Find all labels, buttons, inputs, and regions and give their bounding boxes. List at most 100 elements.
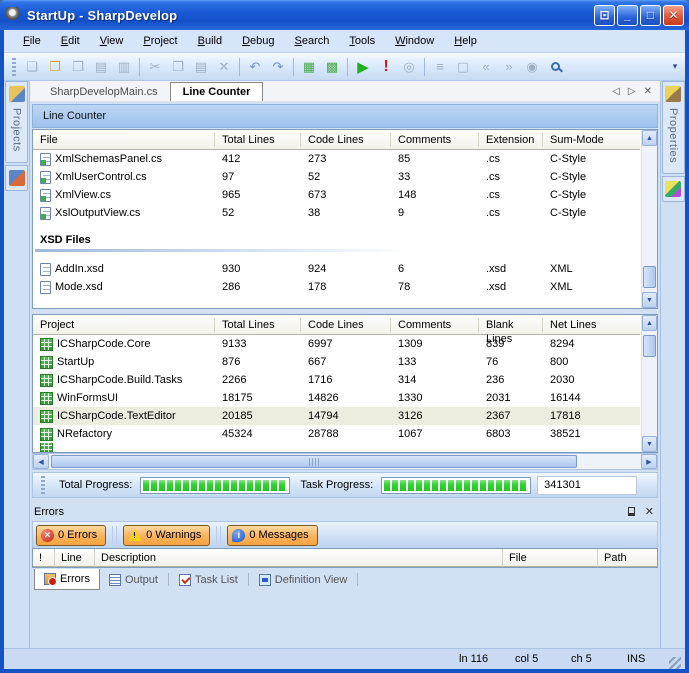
table-row[interactable]: XmlView.cs 965673 148.cs C-Style: [33, 186, 640, 204]
tab-sharpdevelopmain[interactable]: SharpDevelopMain.cs: [38, 83, 170, 101]
panel-close-icon[interactable]: ✕: [645, 505, 654, 518]
col-extension[interactable]: Extension: [479, 133, 543, 147]
paste-icon[interactable]: ▤: [190, 56, 212, 78]
open-folder-icon[interactable]: ❒: [44, 56, 66, 78]
profiler-icon[interactable]: ◎: [398, 56, 420, 78]
abort-icon[interactable]: !: [375, 56, 397, 78]
table-row[interactable]: NRefactory 4532428788 10676803 38521: [33, 425, 640, 443]
menu-window[interactable]: Window: [386, 32, 443, 50]
table-row-selected[interactable]: ICSharpCode.TextEditor 2018514794 312623…: [33, 407, 640, 425]
menu-project[interactable]: Project: [134, 32, 186, 50]
col-description[interactable]: Description: [95, 549, 503, 567]
menu-build[interactable]: Build: [189, 32, 231, 50]
tab-close-icon[interactable]: ✕: [644, 86, 652, 97]
col-total-lines[interactable]: Total Lines: [215, 133, 301, 147]
tab-errors[interactable]: Errors: [34, 569, 100, 590]
col-error-file[interactable]: File: [503, 549, 598, 567]
col-severity[interactable]: !: [33, 549, 55, 567]
file-table-scrollbar[interactable]: ▲ ▼: [641, 130, 657, 308]
col-path[interactable]: Path: [598, 549, 657, 567]
rebuild-icon[interactable]: ▩: [321, 56, 343, 78]
undo-icon[interactable]: ↶: [244, 56, 266, 78]
prev-bookmark-icon[interactable]: «: [475, 56, 497, 78]
sidebar-tab-classes[interactable]: [5, 165, 28, 191]
delete-icon[interactable]: ✕: [213, 56, 235, 78]
scrollbar-thumb[interactable]: [643, 335, 656, 357]
toolbar-overflow-icon[interactable]: ▾: [669, 61, 681, 72]
save-all-icon[interactable]: ▥: [113, 56, 135, 78]
scroll-down-icon[interactable]: ▼: [642, 436, 657, 452]
col-code-lines[interactable]: Code Lines: [301, 133, 391, 147]
col-comments[interactable]: Comments: [391, 318, 479, 332]
web-browser-icon[interactable]: ◉: [521, 56, 543, 78]
toolbar-grip[interactable]: [12, 58, 16, 76]
table-row[interactable]: ICSharpCode.Core 91336997 1309839 8294: [33, 335, 640, 353]
find-icon[interactable]: [544, 56, 566, 78]
table-row[interactable]: WinFormsUI 1817514826 13302031 16144: [33, 389, 640, 407]
table-row-partial[interactable]: [33, 443, 640, 452]
table-row[interactable]: Mode.xsd 286178 78.xsd XML: [33, 278, 640, 296]
run-icon[interactable]: ▶: [352, 56, 374, 78]
sidebar-tab-tools[interactable]: [662, 176, 685, 202]
menu-file[interactable]: File: [14, 32, 50, 50]
scroll-up-icon[interactable]: ▲: [642, 315, 657, 331]
copy-icon[interactable]: ❐: [167, 56, 189, 78]
table-row[interactable]: XmlSchemasPanel.cs 412273 85.cs C-Style: [33, 150, 640, 168]
messages-filter-button[interactable]: i 0 Messages: [227, 525, 317, 546]
table-row[interactable]: XmlUserControl.cs 9752 33.cs C-Style: [33, 168, 640, 186]
tab-scroll-right-icon[interactable]: ▷: [628, 86, 636, 97]
table-row[interactable]: StartUp 876667 13376 800: [33, 353, 640, 371]
horizontal-scrollbar[interactable]: ◀ ▶: [32, 453, 658, 470]
menu-search[interactable]: Search: [286, 32, 339, 50]
table-row[interactable]: XslOutputView.cs 5238 9.cs C-Style: [33, 204, 640, 222]
col-total-lines[interactable]: Total Lines: [215, 318, 301, 332]
col-code-lines[interactable]: Code Lines: [301, 318, 391, 332]
project-table-scrollbar[interactable]: ▲ ▼: [641, 315, 657, 452]
col-comments[interactable]: Comments: [391, 133, 479, 147]
pin-icon[interactable]: [628, 507, 635, 516]
menu-view[interactable]: View: [91, 32, 133, 50]
tab-task-list[interactable]: Task List: [170, 569, 247, 590]
menu-debug[interactable]: Debug: [233, 32, 283, 50]
col-net-lines[interactable]: Net Lines: [543, 318, 640, 332]
tab-output[interactable]: Output: [100, 569, 167, 590]
redo-icon[interactable]: ↷: [267, 56, 289, 78]
menu-edit[interactable]: Edit: [52, 32, 89, 50]
comment-region-icon[interactable]: ≡: [429, 56, 451, 78]
col-file[interactable]: File: [33, 133, 215, 147]
table-row[interactable]: ICSharpCode.Build.Tasks 22661716 314236 …: [33, 371, 640, 389]
cut-icon[interactable]: ✂: [144, 56, 166, 78]
sidebar-tab-properties[interactable]: Properties: [662, 81, 685, 174]
scroll-down-icon[interactable]: ▼: [642, 292, 657, 308]
tab-definition-view[interactable]: Definition View: [250, 569, 357, 590]
scroll-up-icon[interactable]: ▲: [642, 130, 657, 146]
col-line[interactable]: Line: [55, 549, 95, 567]
menu-tools[interactable]: Tools: [340, 32, 384, 50]
resize-grip[interactable]: [669, 657, 681, 669]
close-button[interactable]: ✕: [663, 5, 684, 26]
save-as-icon[interactable]: ❐: [67, 56, 89, 78]
undock-button[interactable]: ⊡: [594, 5, 615, 26]
maximize-button[interactable]: □: [640, 5, 661, 26]
warnings-filter-button[interactable]: ! 0 Warnings: [123, 525, 210, 546]
scroll-left-icon[interactable]: ◀: [33, 454, 49, 469]
scrollbar-thumb[interactable]: [643, 266, 656, 288]
sidebar-tab-projects[interactable]: Projects: [5, 81, 28, 163]
tab-line-counter[interactable]: Line Counter: [170, 82, 264, 101]
col-blank-lines[interactable]: Blank Lines: [479, 318, 543, 332]
scroll-right-icon[interactable]: ▶: [641, 454, 657, 469]
col-project[interactable]: Project: [33, 318, 215, 332]
table-row[interactable]: AddIn.xsd 930924 6.xsd XML: [33, 260, 640, 278]
breakpoint-icon[interactable]: ▢: [452, 56, 474, 78]
new-file-icon[interactable]: ❏: [21, 56, 43, 78]
save-icon[interactable]: ▤: [90, 56, 112, 78]
next-bookmark-icon[interactable]: »: [498, 56, 520, 78]
scrollbar-thumb[interactable]: [51, 455, 577, 468]
build-icon[interactable]: ▦: [298, 56, 320, 78]
minimize-button[interactable]: _: [617, 5, 638, 26]
tab-scroll-left-icon[interactable]: ◁: [612, 86, 620, 97]
col-sum-mode[interactable]: Sum-Mode: [543, 133, 640, 147]
errors-filter-button[interactable]: ✕ 0 Errors: [36, 525, 106, 546]
toolbar-grip[interactable]: [41, 476, 45, 494]
menu-help[interactable]: Help: [445, 32, 486, 50]
